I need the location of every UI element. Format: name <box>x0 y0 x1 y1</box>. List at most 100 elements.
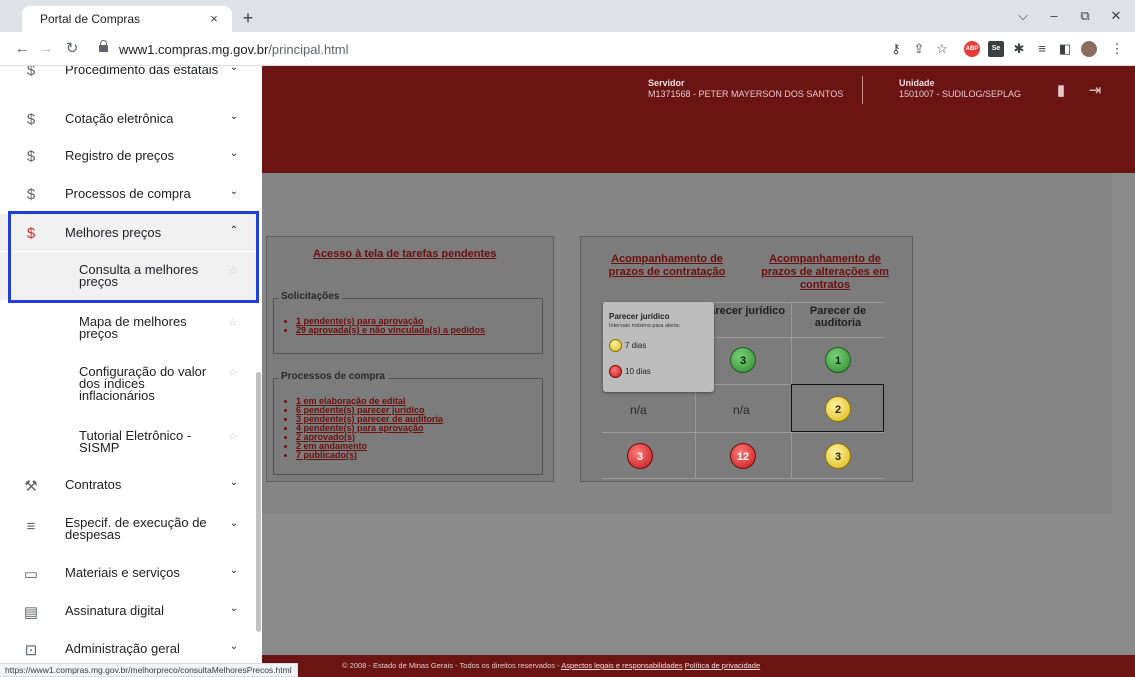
chevron-down-icon: ⌄ <box>229 66 239 73</box>
chevron-down-icon: ⌄ <box>229 477 239 488</box>
status-ball-yellow[interactable]: 3 <box>825 443 851 469</box>
cell-value: n/a <box>630 403 647 417</box>
status-ball-green[interactable]: 1 <box>825 347 851 373</box>
solicitacoes-legend: Solicitações <box>278 291 343 302</box>
submenu-indices-inflacionarios[interactable]: Configuração do valor dos índices inflac… <box>0 354 256 416</box>
unidade-label: Unidade <box>899 78 935 88</box>
parecer-tooltip: Parecer jurídico Intervalo máximo para a… <box>603 302 714 392</box>
tooltip-subtitle: Intervalo máximo para alerta: <box>609 323 681 329</box>
sidebar-item-label: Registro de preços <box>65 148 175 163</box>
sidebar-item-especif-despesas[interactable]: ≡ Especif. de execução de despesas ⌄ <box>0 507 256 553</box>
profile-avatar[interactable] <box>1081 41 1097 57</box>
submenu-tutorial-sismp[interactable]: Tutorial Eletrônico - SISMP ☆ <box>0 418 256 466</box>
dollar-icon: $ <box>26 148 36 165</box>
chevron-down-icon: ⌄ <box>229 186 239 197</box>
footer-copyright: © 2008 - Estado de Minas Gerais - Todos … <box>342 661 562 670</box>
status-ball-green[interactable]: 3 <box>730 347 756 373</box>
processos-fieldset: Processos de compra 1 em elaboração de e… <box>273 371 543 475</box>
reload-icon[interactable]: ↻ <box>62 39 82 59</box>
tab-search-icon[interactable]: ⌵ <box>1009 6 1037 26</box>
sidebar-item-label: Assinatura digital <box>65 603 164 618</box>
grid-line <box>602 478 884 479</box>
chevron-down-icon: ⌄ <box>229 111 239 122</box>
bookmark-star-icon[interactable]: ☆ <box>934 41 950 57</box>
back-icon[interactable]: ← <box>12 39 32 59</box>
list-item[interactable]: 7 publicado(s) <box>296 451 443 460</box>
status-ball-red[interactable]: 12 <box>730 443 756 469</box>
tooltip-row-red: 10 dias <box>609 365 651 378</box>
tab-title: Portal de Compras <box>40 12 141 26</box>
col-header-auditoria: Parecer de auditoria <box>809 305 867 329</box>
solicitacoes-fieldset: Solicitações 1 pendente(s) para aprovaçã… <box>273 291 543 354</box>
pending-tasks-link[interactable]: Acesso à tela de tarefas pendentes <box>313 248 496 260</box>
dollar-icon: $ <box>26 66 36 79</box>
tooltip-red-label: 10 dias <box>625 367 651 376</box>
restore-icon[interactable]: ⧉ <box>1071 6 1099 26</box>
banner-divider <box>862 76 863 104</box>
sidebar-item-label: Cotação eletrônica <box>65 111 174 126</box>
sidebar-item-processos[interactable]: $ Processos de compra ⌄ <box>0 175 256 212</box>
tab-close-icon[interactable]: × <box>206 11 222 27</box>
sidebar-item-label: Especif. de execução de despesas <box>65 515 207 542</box>
yellow-dot-icon <box>609 339 622 352</box>
sidebar: $ Procedimento das estatais ⌄ $ Cotação … <box>0 66 262 677</box>
url-path: /principal.html <box>268 42 349 57</box>
sidebar-scrollbar[interactable] <box>256 372 261 632</box>
unidade-value: 1501007 - SUDILOG/SEPLAG <box>899 89 1022 99</box>
footer-text: © 2008 - Estado de Minas Gerais - Todos … <box>342 661 760 670</box>
sidebar-item-registro[interactable]: $ Registro de preços ⌄ <box>0 137 256 175</box>
status-ball-red[interactable]: 3 <box>627 443 653 469</box>
sidebar-item-administracao[interactable]: ⊡ Administração geral ⌄ <box>0 629 256 667</box>
unidade-info: Unidade 1501007 - SUDILOG/SEPLAG <box>899 78 1021 100</box>
address-bar: ← → ↻ www1.compras.mg.gov.br/principal.h… <box>0 32 1135 66</box>
sidebar-item-assinatura[interactable]: ▤ Assinatura digital ⌄ <box>0 591 256 629</box>
status-ball-yellow[interactable]: 2 <box>825 396 851 422</box>
new-tab-button[interactable]: + <box>238 8 258 28</box>
list-item[interactable]: 29 aprovada(s) e não vinculada(s) a pedi… <box>296 326 485 335</box>
processos-legend: Processos de compra <box>278 371 388 382</box>
sidebar-item-materiais[interactable]: ▭ Materiais e serviços ⌄ <box>0 553 256 591</box>
side-panel-icon[interactable]: ◧ <box>1057 41 1073 57</box>
chevron-down-icon: ⌄ <box>229 641 239 652</box>
share-icon[interactable]: ⇪ <box>911 41 927 57</box>
minimize-icon[interactable]: – <box>1040 6 1068 26</box>
document-icon: ▤ <box>23 604 39 621</box>
forward-icon[interactable]: → <box>36 39 56 59</box>
lock-icon <box>99 40 108 54</box>
privacy-link[interactable]: Política de privacidade <box>685 661 760 670</box>
processos-list: 1 em elaboração de edital 6 pendente(s) … <box>296 397 443 460</box>
adblock-icon[interactable]: ABP <box>964 41 980 57</box>
submenu-label: Mapa de melhores preços <box>79 314 187 341</box>
chevron-down-icon: ⌄ <box>229 565 239 576</box>
status-bar-url: https://www1.compras.mg.gov.br/melhorpre… <box>0 663 298 677</box>
menu-kebab-icon[interactable]: ⋮ <box>1109 41 1125 57</box>
sidebar-item-label: Contratos <box>65 477 122 492</box>
logout-icon[interactable]: ⇥ <box>1086 82 1104 100</box>
sidebar-item-label: Processos de compra <box>65 186 191 201</box>
sidebar-item-contratos[interactable]: ⚒ Contratos ⌄ <box>0 466 256 504</box>
sidebar-item-cotacao[interactable]: $ Cotação eletrônica ⌄ <box>0 100 256 137</box>
url-field[interactable]: www1.compras.mg.gov.br/principal.html <box>119 42 349 57</box>
window-close-icon[interactable]: ✕ <box>1102 6 1130 26</box>
tooltip-title: Parecer jurídico <box>609 312 670 321</box>
puzzle-icon[interactable]: ✱ <box>1011 41 1027 57</box>
star-icon[interactable]: ☆ <box>228 366 238 379</box>
browser-tab-bar: Portal de Compras × + ⌵ – ⧉ ✕ <box>0 0 1135 32</box>
star-icon[interactable]: ☆ <box>228 430 238 443</box>
submenu-mapa-melhores-precos[interactable]: Mapa de melhores preços ☆ <box>0 304 256 352</box>
list-check-icon: ≡ <box>26 518 36 535</box>
submenu-label: Tutorial Eletrônico - SISMP <box>79 428 192 455</box>
legal-link[interactable]: Aspectos legais e responsabilidades <box>561 661 682 670</box>
sidebar-item-label: Procedimento das estatais <box>65 66 219 77</box>
gavel-icon: ⚒ <box>24 478 38 495</box>
chevron-down-icon: ⌄ <box>229 603 239 614</box>
door-icon[interactable]: ▮ <box>1052 82 1070 100</box>
prazos-alteracoes-link[interactable]: Acompanhamento de prazos de alterações e… <box>752 253 898 292</box>
browser-tab[interactable]: Portal de Compras × <box>22 6 232 32</box>
reading-list-icon[interactable]: ≡ <box>1034 41 1050 57</box>
key-icon[interactable]: ⚷ <box>888 41 904 57</box>
sidebar-item-estatais[interactable]: $ Procedimento das estatais ⌄ <box>0 66 256 92</box>
se-extension-icon[interactable]: Se <box>988 41 1004 57</box>
prazos-contratacao-link[interactable]: Acompanhamento de prazos de contratação <box>594 253 740 279</box>
star-icon[interactable]: ☆ <box>228 316 238 329</box>
